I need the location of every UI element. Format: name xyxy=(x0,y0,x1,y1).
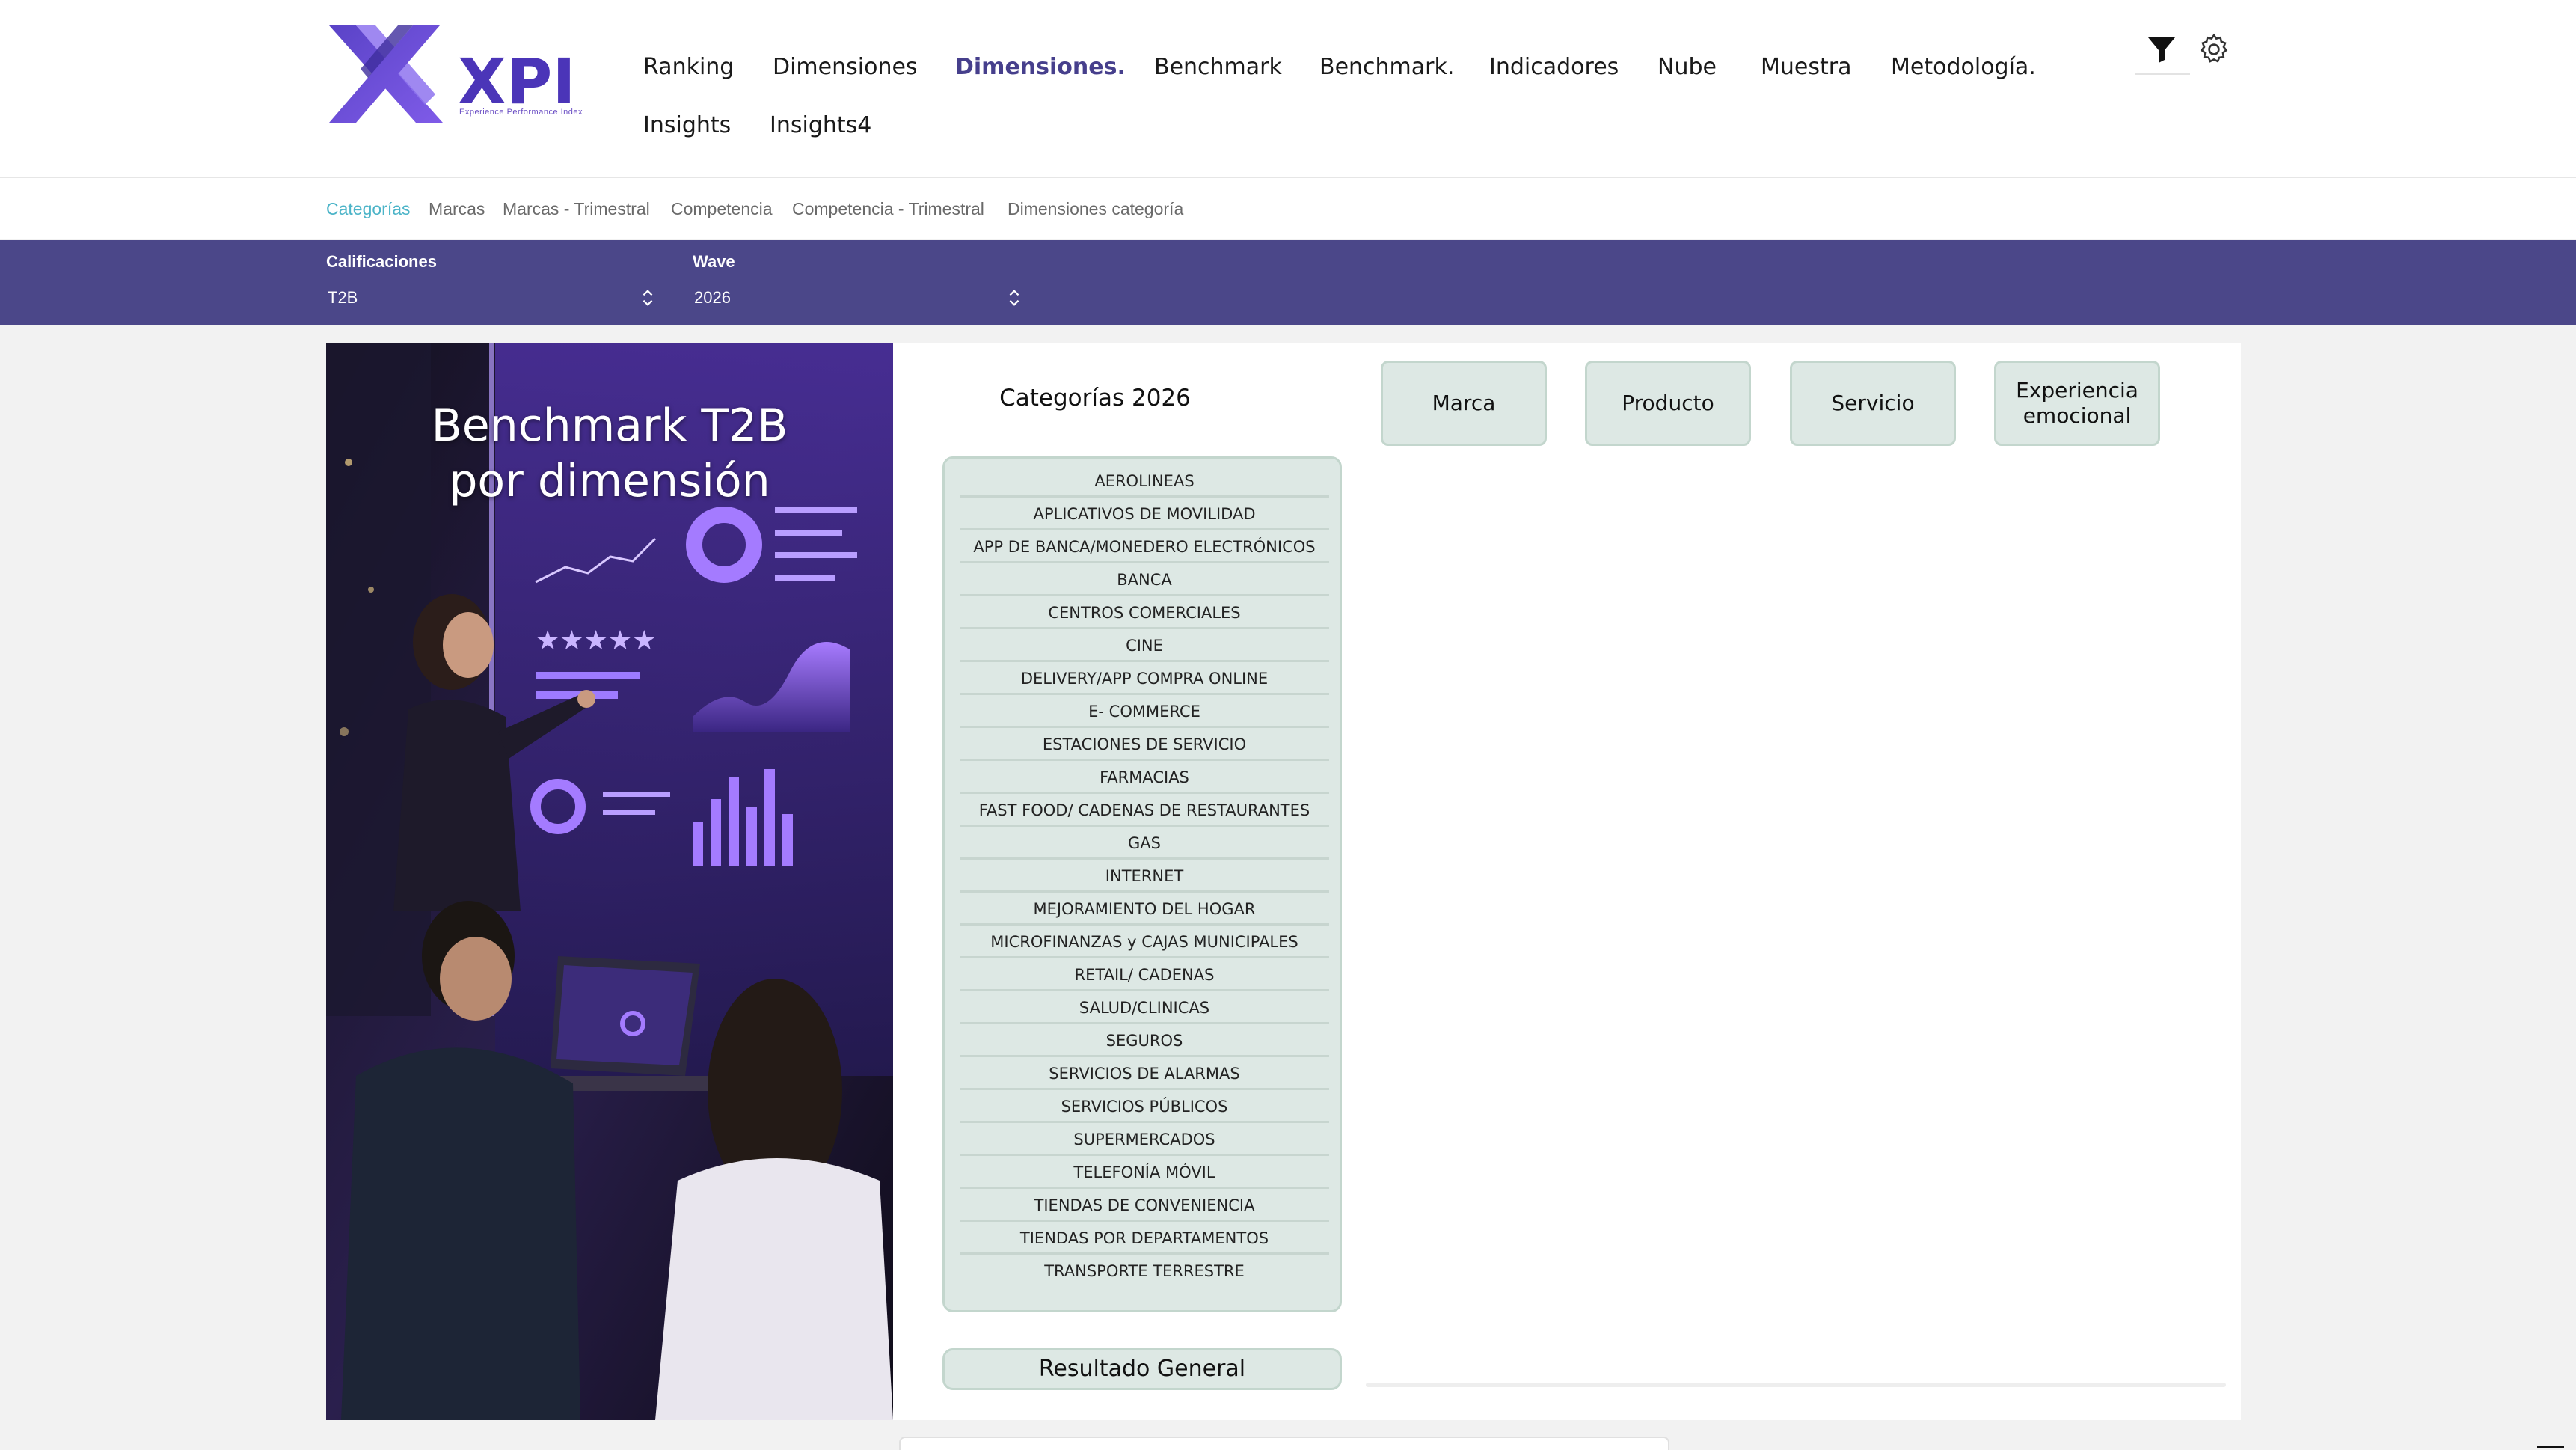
category-item[interactable]: CINE xyxy=(960,629,1329,662)
wave-select[interactable]: 2026 xyxy=(693,281,1022,313)
logo-tagline: Experience Performance Index xyxy=(459,108,583,117)
calificaciones-value: T2B xyxy=(328,288,358,307)
nav-dimensiones[interactable]: Dimensiones xyxy=(773,54,918,80)
category-item[interactable]: TELEFONÍA MÓVIL xyxy=(960,1156,1329,1189)
nav-dimensiones-alt[interactable]: Dimensiones. xyxy=(955,54,1126,80)
category-item[interactable]: ESTACIONES DE SERVICIO xyxy=(960,728,1329,761)
svg-text:★★★★★: ★★★★★ xyxy=(536,625,656,656)
nav-benchmark-alt[interactable]: Benchmark. xyxy=(1319,54,1454,80)
calificaciones-select[interactable]: T2B xyxy=(326,281,655,313)
nav-nube[interactable]: Nube xyxy=(1657,54,1717,80)
category-item[interactable]: DELIVERY/APP COMPRA ONLINE xyxy=(960,662,1329,695)
category-item[interactable]: RETAIL/ CADENAS xyxy=(960,958,1329,991)
dimension-producto-button[interactable]: Producto xyxy=(1585,361,1751,446)
category-item[interactable]: APP DE BANCA/MONEDERO ELECTRÓNICOS xyxy=(960,530,1329,563)
resultado-general-button[interactable]: Resultado General xyxy=(942,1348,1342,1390)
nav-muestra[interactable]: Muestra xyxy=(1761,54,1851,80)
bottom-toolbar xyxy=(899,1437,1669,1450)
hero-image: ★★★★★ Benchmark T2B por dimensión xyxy=(326,343,893,1420)
dimension-experiencia-emocional-button[interactable]: Experiencia emocional xyxy=(1994,361,2160,446)
filter-bar: Calificaciones T2B Wave 2026 xyxy=(0,240,2576,325)
category-item[interactable]: TRANSPORTE TERRESTRE xyxy=(960,1255,1329,1288)
category-item[interactable]: TIENDAS DE CONVENIENCIA xyxy=(960,1189,1329,1222)
corner-mark xyxy=(2537,1446,2564,1448)
subnav-categorias[interactable]: Categorías xyxy=(326,199,411,219)
categories-panel: AEROLINEAS APLICATIVOS DE MOVILIDAD APP DE… xyxy=(942,456,1342,1312)
category-item[interactable]: SERVICIOS PÚBLICOS xyxy=(960,1090,1329,1123)
category-item[interactable]: FAST FOOD/ CADENAS DE RESTAURANTES xyxy=(960,794,1329,827)
category-item[interactable]: BANCA xyxy=(960,563,1329,596)
categories-title: Categorías 2026 xyxy=(999,385,1191,412)
gear-icon[interactable] xyxy=(2196,31,2232,67)
nav-insights4[interactable]: Insights4 xyxy=(770,112,871,138)
category-item[interactable]: CENTROS COMERCIALES xyxy=(960,596,1329,629)
select-chevron-icon xyxy=(1009,290,1019,306)
subnav-competencia[interactable]: Competencia xyxy=(671,199,773,219)
nav-indicadores[interactable]: Indicadores xyxy=(1489,54,1619,80)
hero-title-line1: Benchmark T2B xyxy=(431,400,788,452)
nav-metodologia[interactable]: Metodología. xyxy=(1891,54,2036,80)
top-header: XPI Experience Performance Index Ranking… xyxy=(0,0,2576,178)
category-item[interactable]: MICROFINANZAS y CAJAS MUNICIPALES xyxy=(960,926,1329,958)
category-item[interactable]: INTERNET xyxy=(960,860,1329,893)
dimension-marca-button[interactable]: Marca xyxy=(1381,361,1547,446)
subnav-dimensiones-categoria[interactable]: Dimensiones categoría xyxy=(1008,199,1183,219)
dimension-servicio-button[interactable]: Servicio xyxy=(1790,361,1956,446)
wave-label: Wave xyxy=(693,252,735,271)
subnav-marcas[interactable]: Marcas xyxy=(429,199,485,219)
categories-list: AEROLINEAS APLICATIVOS DE MOVILIDAD APP DE… xyxy=(960,465,1329,1288)
nav-benchmark[interactable]: Benchmark xyxy=(1154,54,1282,80)
category-item[interactable]: APLICATIVOS DE MOVILIDAD xyxy=(960,498,1329,530)
category-item[interactable]: GAS xyxy=(960,827,1329,860)
category-item[interactable]: TIENDAS POR DEPARTAMENTOS xyxy=(960,1222,1329,1255)
nav-insights[interactable]: Insights xyxy=(643,112,731,138)
results-scrollbar[interactable] xyxy=(1366,1383,2226,1387)
category-item[interactable]: SERVICIOS DE ALARMAS xyxy=(960,1057,1329,1090)
category-item[interactable]: AEROLINEAS xyxy=(960,465,1329,498)
filter-icon[interactable] xyxy=(2144,31,2180,67)
calificaciones-label: Calificaciones xyxy=(326,252,437,271)
hero-title-line2: por dimensión xyxy=(449,455,770,507)
category-item[interactable]: SEGUROS xyxy=(960,1024,1329,1057)
subnav-marcas-trimestral[interactable]: Marcas - Trimestral xyxy=(503,199,650,219)
sub-navigation: Categorías Marcas Marcas - Trimestral Co… xyxy=(0,178,2576,239)
filter-underline xyxy=(2135,73,2190,75)
category-item[interactable]: SALUD/CLINICAS xyxy=(960,991,1329,1024)
results-panel xyxy=(1364,476,2224,1302)
category-item[interactable]: MEJORAMIENTO DEL HOGAR xyxy=(960,893,1329,926)
subnav-competencia-trimestral[interactable]: Competencia - Trimestral xyxy=(792,199,984,219)
select-chevron-icon xyxy=(643,290,653,306)
category-item[interactable]: FARMACIAS xyxy=(960,761,1329,794)
hero-title: Benchmark T2B por dimensión xyxy=(326,398,893,509)
wave-value: 2026 xyxy=(694,288,731,307)
category-item[interactable]: E- COMMERCE xyxy=(960,695,1329,728)
dashboard-card: ★★★★★ Benchmark T2B por dimensión Catego… xyxy=(326,343,2241,1420)
category-item[interactable]: SUPERMERCADOS xyxy=(960,1123,1329,1156)
nav-ranking[interactable]: Ranking xyxy=(643,54,734,80)
